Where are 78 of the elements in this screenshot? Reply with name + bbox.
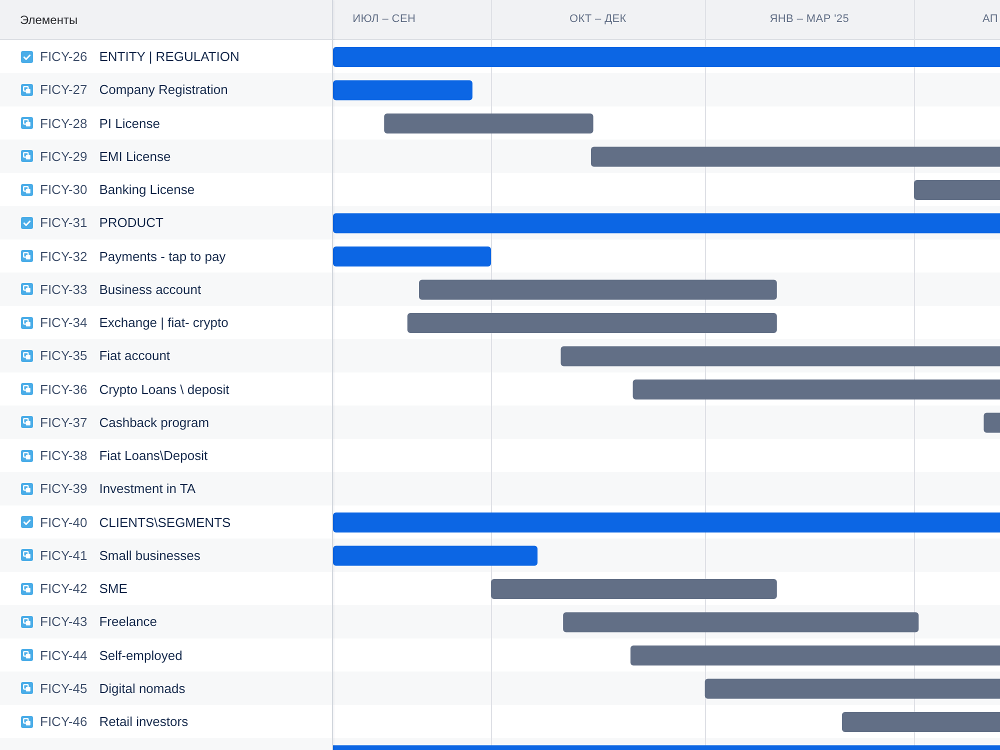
issue-title[interactable]: SME: [99, 581, 128, 596]
issue-key: FICY-46: [40, 714, 88, 730]
timeline-bar[interactable]: [333, 80, 472, 100]
overlapping-squares-icon: [21, 482, 33, 495]
timeline-bar[interactable]: [984, 412, 1000, 433]
issue-key: FICY-44: [40, 648, 88, 663]
issue-title[interactable]: Exchange | fiat- crypto: [99, 315, 228, 330]
issue-title[interactable]: Investment in TA: [99, 481, 196, 496]
issue-key: FICY-27: [40, 82, 88, 98]
issue-key: FICY-33: [40, 282, 88, 297]
issue-title[interactable]: Retail investors: [99, 714, 188, 730]
check-square-icon: [21, 50, 33, 63]
timeline-bar[interactable]: [563, 612, 919, 632]
quarter-label: ИЮЛ – СЕН: [352, 12, 416, 27]
issue-key: FICY-36: [40, 382, 88, 397]
overlapping-squares-icon: [21, 84, 33, 96]
quarter-label: ЯНВ – МАР '25: [770, 12, 850, 27]
issue-title[interactable]: Business account: [99, 282, 202, 297]
issue-key: FICY-35: [40, 348, 88, 364]
issue-title[interactable]: PRODUCT: [99, 215, 164, 230]
issue-key: FICY-41: [40, 548, 88, 563]
issue-title[interactable]: PI License: [99, 116, 160, 131]
issue-key: FICY-30: [40, 182, 88, 198]
overlapping-squares-icon: [21, 184, 33, 196]
issue-title[interactable]: Payments - tap to pay: [99, 248, 226, 264]
overlapping-squares-icon: [21, 316, 33, 329]
timeline-bar[interactable]: [560, 346, 1000, 366]
overlapping-squares-icon: [21, 383, 33, 396]
overlapping-squares-icon: [21, 283, 33, 296]
issue-title[interactable]: Digital nomads: [99, 680, 186, 696]
issue-key: FICY-34: [40, 315, 88, 330]
issue-key: FICY-38: [40, 448, 88, 464]
issue-title[interactable]: EMI License: [99, 148, 171, 164]
overlapping-squares-icon: [21, 649, 33, 662]
issue-title[interactable]: CLIENTS\SEGMENTS: [99, 514, 231, 530]
issue-title[interactable]: Self-employed: [99, 648, 182, 663]
overlapping-squares-icon: [21, 117, 33, 130]
issue-key: FICY-37: [40, 414, 88, 430]
timeline-bar[interactable]: [590, 146, 1000, 167]
issue-key: FICY-32: [40, 248, 88, 264]
overlapping-squares-icon: [21, 250, 33, 262]
issue-title[interactable]: Freelance: [99, 614, 158, 630]
overlapping-squares-icon: [21, 716, 33, 728]
timeline-bar[interactable]: [333, 213, 1000, 234]
overlapping-squares-icon: [21, 350, 33, 362]
overlapping-squares-icon: [21, 416, 33, 428]
issue-key: FICY-26: [40, 49, 88, 64]
overlapping-squares-icon: [21, 150, 33, 162]
issue-title[interactable]: Fiat account: [99, 348, 170, 364]
timeline-bar[interactable]: [704, 678, 1000, 699]
issue-key: FICY-40: [40, 514, 88, 530]
overlapping-squares-icon: [21, 682, 33, 694]
column-header: Элементы: [20, 12, 78, 26]
quarter-label: АП: [982, 12, 998, 27]
overlapping-squares-icon: [21, 582, 33, 595]
overlapping-squares-icon: [21, 616, 33, 628]
issue-key: FICY-28: [40, 116, 88, 131]
timeline-bar[interactable]: [419, 280, 777, 300]
overlapping-squares-icon: [21, 549, 33, 562]
issue-key: FICY-29: [40, 148, 88, 164]
timeline-bar[interactable]: [333, 745, 1000, 750]
timeline-bar[interactable]: [333, 546, 538, 566]
check-square-icon: [21, 216, 33, 229]
check-square-icon: [21, 516, 33, 528]
issue-title[interactable]: Crypto Loans \ deposit: [99, 382, 230, 397]
issue-key: FICY-39: [40, 481, 88, 496]
overlapping-squares-icon: [21, 450, 33, 462]
issue-title[interactable]: Small businesses: [99, 548, 200, 563]
issue-title[interactable]: Fiat Loans\Deposit: [99, 448, 208, 464]
issue-key: FICY-42: [40, 581, 88, 596]
issue-key: FICY-43: [40, 614, 88, 630]
quarter-label: ОКТ – ДЕК: [569, 12, 626, 27]
issue-title[interactable]: Company Registration: [99, 82, 228, 98]
issue-key: FICY-45: [40, 680, 88, 696]
issue-title[interactable]: ENTITY | REGULATION: [99, 49, 240, 64]
issue-title[interactable]: Cashback program: [99, 414, 210, 430]
issue-title[interactable]: Banking License: [99, 182, 195, 198]
issue-key: FICY-31: [40, 215, 88, 230]
